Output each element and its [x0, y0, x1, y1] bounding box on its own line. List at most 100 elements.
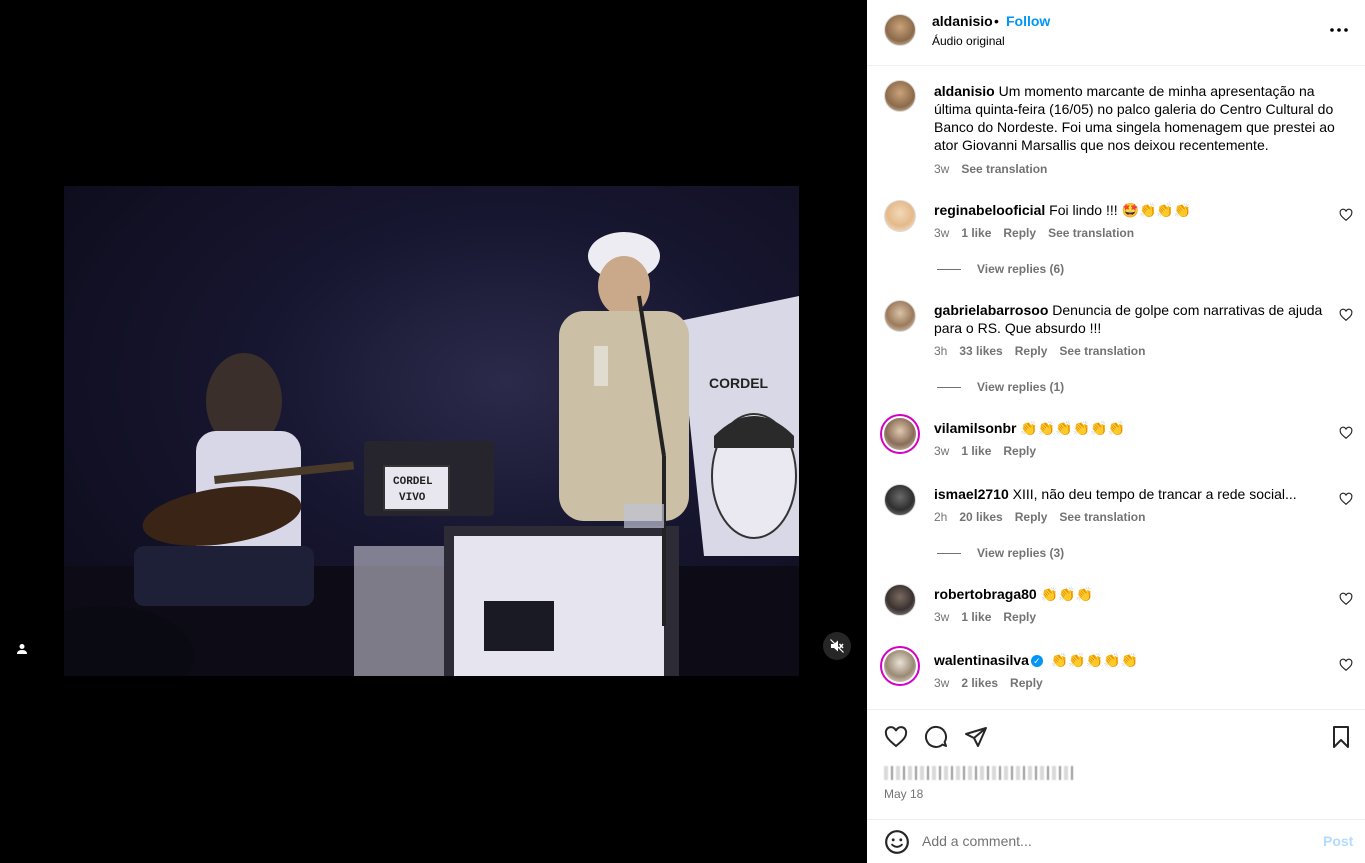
follow-button[interactable]: Follow [1006, 13, 1050, 29]
comment-username[interactable]: vilamilsonbr [934, 420, 1016, 436]
more-horizontal-icon [1330, 28, 1348, 32]
comment-reply[interactable]: Reply [1015, 344, 1048, 358]
comment-likes[interactable]: 1 like [961, 444, 991, 458]
comment-username[interactable]: walentinasilva [934, 652, 1029, 668]
instagram-post-modal: CORDEL CORDEL VIVO aldanisio • Follow Áu… [0, 0, 1365, 863]
comment-input[interactable] [922, 830, 1302, 852]
comment-text-block: robertobraga80 👏👏👏 [934, 585, 1339, 603]
comment-like-icon[interactable] [1339, 208, 1353, 222]
sign-text-cordel: CORDEL [393, 476, 433, 488]
comment-reply[interactable]: Reply [1010, 676, 1043, 690]
comment-meta: 3w 1 like Reply [934, 610, 1036, 624]
comment-reply[interactable]: Reply [1003, 610, 1036, 624]
post-header: aldanisio • Follow Áudio original [867, 0, 1365, 66]
comment-time[interactable]: 2h [934, 510, 947, 524]
likes-summary-blurred [884, 766, 1074, 780]
comment-avatar[interactable] [884, 484, 916, 516]
more-options-button[interactable] [1329, 20, 1349, 40]
author-avatar[interactable] [884, 14, 916, 46]
comment-reply[interactable]: Reply [1003, 226, 1036, 240]
add-comment-bar: Post [867, 819, 1365, 863]
comment-time[interactable]: 3w [934, 226, 949, 240]
comment-text: XIII, não deu tempo de trancar a rede so… [1012, 486, 1297, 502]
sign-text-vivo: VIVO [399, 492, 426, 504]
comment-likes[interactable]: 20 likes [959, 510, 1002, 524]
comment-text: 👏👏👏👏👏👏 [1020, 420, 1125, 436]
caption-time[interactable]: 3w [934, 162, 949, 176]
comment-see-translation[interactable]: See translation [1048, 226, 1134, 240]
video-player[interactable]: CORDEL CORDEL VIVO [64, 186, 799, 676]
mute-toggle-button[interactable] [823, 632, 851, 660]
tagged-people-button[interactable] [10, 637, 34, 661]
user-tag-icon [17, 644, 27, 654]
banner-text: CORDEL [709, 375, 769, 391]
video-frame: CORDEL CORDEL VIVO [64, 232, 799, 676]
share-send-icon[interactable] [964, 725, 988, 749]
view-replies-label: View replies (1) [977, 380, 1065, 394]
view-replies-button[interactable]: View replies (3) [937, 546, 1064, 560]
post-date[interactable]: May 18 [884, 787, 923, 801]
comment-likes[interactable]: 33 likes [959, 344, 1002, 358]
muted-speaker-icon [830, 639, 844, 653]
comment-avatar[interactable] [884, 300, 916, 332]
comment-avatar-story-ring[interactable] [880, 646, 920, 686]
comment-text-block: vilamilsonbr 👏👏👏👏👏👏 [934, 419, 1339, 437]
like-heart-icon[interactable] [884, 725, 908, 749]
replies-divider [937, 268, 961, 270]
comment-time[interactable]: 3w [934, 676, 949, 690]
comment-avatar [884, 650, 916, 682]
comment-text-block: gabrielabarrosoo Denuncia de golpe com n… [934, 301, 1339, 337]
comment-reply[interactable]: Reply [1015, 510, 1048, 524]
replies-divider [937, 552, 961, 554]
comment-username[interactable]: reginabelooficial [934, 202, 1045, 218]
comments-list[interactable]: aldanisio Um momento marcante de minha a… [867, 67, 1365, 709]
view-replies-label: View replies (6) [977, 262, 1065, 276]
comment-bubble-icon[interactable] [924, 725, 948, 749]
emoji-icon[interactable] [884, 829, 910, 855]
comment-username[interactable]: gabrielabarrosoo [934, 302, 1048, 318]
caption-text: Um momento marcante de minha apresentaçã… [934, 83, 1335, 153]
comment-like-icon[interactable] [1339, 658, 1353, 672]
comment-like-icon[interactable] [1339, 592, 1353, 606]
replies-divider [937, 386, 961, 388]
media-area: CORDEL CORDEL VIVO [0, 0, 867, 863]
post-actions-bar: May 18 [867, 709, 1365, 819]
comment-time[interactable]: 3h [934, 344, 947, 358]
caption-see-translation[interactable]: See translation [961, 162, 1047, 176]
comment-meta: 3w 2 likes Reply [934, 676, 1043, 690]
comment-meta: 3w 1 like Reply See translation [934, 226, 1134, 240]
comment-likes[interactable]: 1 like [961, 226, 991, 240]
comment-time[interactable]: 3w [934, 444, 949, 458]
comment-like-icon[interactable] [1339, 492, 1353, 506]
post-side-panel: aldanisio • Follow Áudio original aldani… [867, 0, 1365, 863]
caption-text-block: aldanisio Um momento marcante de minha a… [934, 82, 1339, 154]
comment-likes[interactable]: 1 like [961, 610, 991, 624]
comment-likes[interactable]: 2 likes [961, 676, 998, 690]
caption-avatar[interactable] [884, 80, 916, 112]
view-replies-label: View replies (3) [977, 546, 1065, 560]
save-bookmark-icon[interactable] [1329, 725, 1353, 749]
view-replies-button[interactable]: View replies (1) [937, 380, 1064, 394]
comment-text: 👏👏👏👏👏 [1050, 652, 1138, 668]
comment-like-icon[interactable] [1339, 426, 1353, 440]
comment-like-icon[interactable] [1339, 308, 1353, 322]
caption-username[interactable]: aldanisio [934, 83, 995, 99]
post-comment-button[interactable]: Post [1323, 833, 1353, 849]
author-username[interactable]: aldanisio [932, 13, 993, 29]
comment-time[interactable]: 3w [934, 610, 949, 624]
comment-meta: 2h 20 likes Reply See translation [934, 510, 1145, 524]
view-replies-button[interactable]: View replies (6) [937, 262, 1064, 276]
comment-reply[interactable]: Reply [1003, 444, 1036, 458]
verified-badge-icon: ✓ [1030, 655, 1043, 668]
comment-avatar-story-ring[interactable] [880, 414, 920, 454]
comment-text-block: walentinasilva ✓ 👏👏👏👏👏 [934, 651, 1339, 669]
comment-avatar[interactable] [884, 200, 916, 232]
comment-see-translation[interactable]: See translation [1059, 510, 1145, 524]
audio-link[interactable]: Áudio original [932, 34, 1005, 48]
comment-text: Foi lindo !!! 🤩👏👏👏 [1049, 202, 1192, 218]
comment-avatar[interactable] [884, 584, 916, 616]
comment-text-block: ismael2710 XIII, não deu tempo de tranca… [934, 485, 1339, 503]
comment-username[interactable]: ismael2710 [934, 486, 1009, 502]
comment-username[interactable]: robertobraga80 [934, 586, 1037, 602]
comment-see-translation[interactable]: See translation [1059, 344, 1145, 358]
